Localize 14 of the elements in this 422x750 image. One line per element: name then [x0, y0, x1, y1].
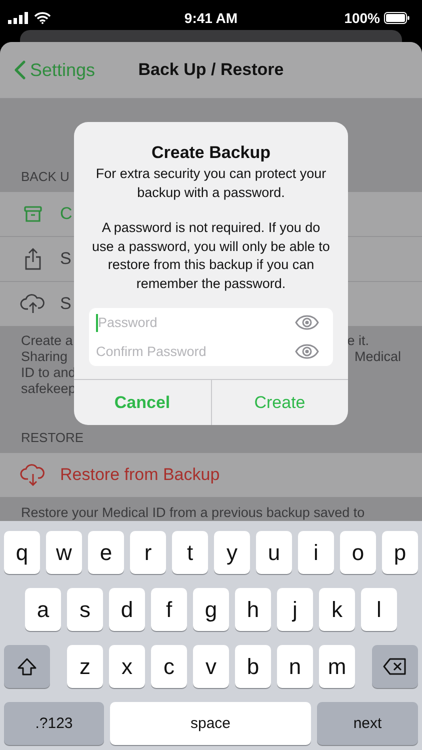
footer-text: safekeep: [21, 381, 76, 397]
section-header: RESTORE: [21, 430, 84, 445]
screen-title: Back Up / Restore: [137, 60, 285, 80]
footer-text: Create a: [21, 333, 74, 349]
status-time: 9:41 AM: [183, 10, 239, 26]
dialog-message: A password is not required. If you do use a password, you will only be able to restore from this backup if you can remember the password.: [91, 219, 331, 293]
section-header: BACK U: [21, 169, 70, 184]
dialog-message: For extra security you can protect your backup with a password.: [94, 165, 328, 202]
footer-text: e it.: [347, 333, 369, 349]
footer-text: Medical: [353, 349, 401, 365]
battery-percent: 100%: [344, 10, 380, 26]
footer-text: Sharing: [21, 349, 69, 365]
footer-text: Restore your Medical ID from a previous backup saved to: [20, 504, 366, 521]
dialog-title: Create Backup: [150, 142, 272, 163]
